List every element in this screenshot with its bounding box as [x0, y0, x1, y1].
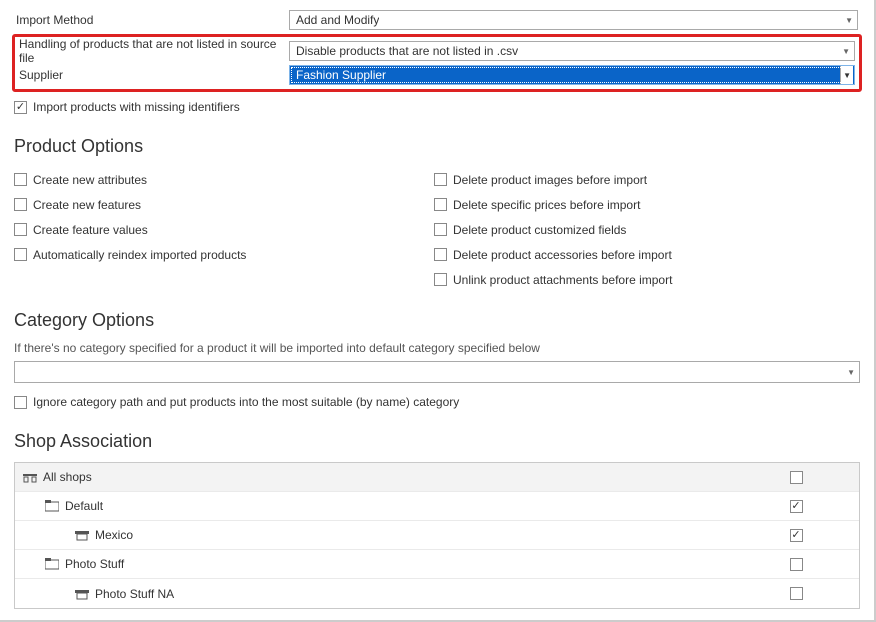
- opt-delete-images: Delete product images before import: [434, 167, 854, 192]
- shop-group-icon: [23, 470, 37, 484]
- label-ignore-category-path: Ignore category path and put products in…: [33, 395, 459, 409]
- checkbox[interactable]: [14, 223, 27, 236]
- category-help-text: If there's no category specified for a p…: [14, 341, 860, 355]
- checkbox-label: Delete specific prices before import: [453, 198, 640, 212]
- opt-delete-prices: Delete specific prices before import: [434, 192, 854, 217]
- shop-row-all[interactable]: All shops: [15, 463, 859, 492]
- label-import-method: Import Method: [14, 13, 289, 27]
- shop-label: All shops: [43, 470, 92, 484]
- label-import-missing: Import products with missing identifiers: [33, 100, 240, 114]
- row-handling: Handling of products that are not listed…: [17, 39, 857, 63]
- label-handling: Handling of products that are not listed…: [17, 37, 289, 65]
- value-supplier: Fashion Supplier: [296, 68, 386, 82]
- opt-reindex: Automatically reindex imported products: [14, 242, 434, 267]
- shop-folder-icon: [45, 557, 59, 571]
- checkbox-label: Delete product customized fields: [453, 223, 626, 237]
- top-form: Import Method Add and Modify ▼ Handling …: [14, 8, 860, 118]
- shop-row-default[interactable]: Default: [15, 492, 859, 521]
- shop-row-mexico[interactable]: Mexico: [15, 521, 859, 550]
- checkbox[interactable]: [14, 198, 27, 211]
- product-options-grid: Create new attributes Create new feature…: [14, 167, 860, 292]
- row-supplier: Supplier Fashion Supplier ▼: [17, 63, 857, 87]
- shop-label: Photo Stuff NA: [95, 587, 174, 601]
- field-handling[interactable]: Disable products that are not listed in …: [289, 41, 855, 61]
- shop-row-photo-stuff-na[interactable]: Photo Stuff NA: [15, 579, 859, 608]
- heading-product-options: Product Options: [14, 136, 860, 157]
- value-handling: Disable products that are not listed in …: [296, 44, 518, 58]
- row-ignore-category-path: Ignore category path and put products in…: [14, 391, 860, 413]
- label-supplier: Supplier: [17, 68, 289, 82]
- chevron-down-icon: ▼: [847, 368, 855, 377]
- checkbox[interactable]: [434, 223, 447, 236]
- product-options-right: Delete product images before import Dele…: [434, 167, 854, 292]
- checkbox-label: Create feature values: [33, 223, 148, 237]
- checkbox[interactable]: [14, 248, 27, 261]
- field-supplier[interactable]: Fashion Supplier ▼: [289, 65, 855, 85]
- checkbox[interactable]: [434, 198, 447, 211]
- row-import-method: Import Method Add and Modify ▼: [14, 8, 860, 32]
- shop-store-icon: [75, 587, 89, 601]
- checkbox-label: Create new features: [33, 198, 141, 212]
- opt-delete-accessories: Delete product accessories before import: [434, 242, 854, 267]
- shop-label: Mexico: [95, 528, 133, 542]
- heading-shop-association: Shop Association: [14, 431, 860, 452]
- highlight-box: Handling of products that are not listed…: [12, 34, 862, 92]
- checkbox-label: Automatically reindex imported products: [33, 248, 246, 262]
- checkbox-shop-photo-stuff-na[interactable]: [790, 587, 803, 600]
- product-options-left: Create new attributes Create new feature…: [14, 167, 434, 292]
- opt-create-attributes: Create new attributes: [14, 167, 434, 192]
- checkbox-shop-default[interactable]: [790, 500, 803, 513]
- chevron-down-icon: ▼: [845, 16, 853, 25]
- opt-delete-custom-fields: Delete product customized fields: [434, 217, 854, 242]
- checkbox[interactable]: [434, 173, 447, 186]
- checkbox-label: Delete product images before import: [453, 173, 647, 187]
- opt-create-features: Create new features: [14, 192, 434, 217]
- checkbox[interactable]: [434, 273, 447, 286]
- checkbox-label: Create new attributes: [33, 173, 147, 187]
- checkbox[interactable]: [434, 248, 447, 261]
- value-import-method: Add and Modify: [296, 13, 379, 27]
- checkbox-label: Delete product accessories before import: [453, 248, 672, 262]
- shop-label: Photo Stuff: [65, 557, 124, 571]
- heading-category-options: Category Options: [14, 310, 860, 331]
- opt-unlink-attachments: Unlink product attachments before import: [434, 267, 854, 292]
- shop-row-photo-stuff[interactable]: Photo Stuff: [15, 550, 859, 579]
- checkbox-shop-mexico[interactable]: [790, 529, 803, 542]
- checkbox[interactable]: [14, 173, 27, 186]
- field-import-method[interactable]: Add and Modify ▼: [289, 10, 858, 30]
- shop-folder-icon: [45, 499, 59, 513]
- checkbox-shop-photo-stuff[interactable]: [790, 558, 803, 571]
- checkbox-ignore-category-path[interactable]: [14, 396, 27, 409]
- checkbox-import-missing[interactable]: [14, 101, 27, 114]
- opt-create-feature-values: Create feature values: [14, 217, 434, 242]
- row-import-missing: Import products with missing identifiers: [14, 96, 860, 118]
- shop-tree: All shops Default Mexico: [14, 462, 860, 609]
- shop-store-icon: [75, 528, 89, 542]
- shop-label: Default: [65, 499, 103, 513]
- settings-panel: Import Method Add and Modify ▼ Handling …: [0, 0, 876, 622]
- field-default-category[interactable]: ▼: [14, 361, 860, 383]
- checkbox-shop-all[interactable]: [790, 471, 803, 484]
- chevron-down-icon: ▼: [840, 66, 853, 84]
- chevron-down-icon: ▼: [842, 47, 850, 56]
- checkbox-label: Unlink product attachments before import: [453, 273, 672, 287]
